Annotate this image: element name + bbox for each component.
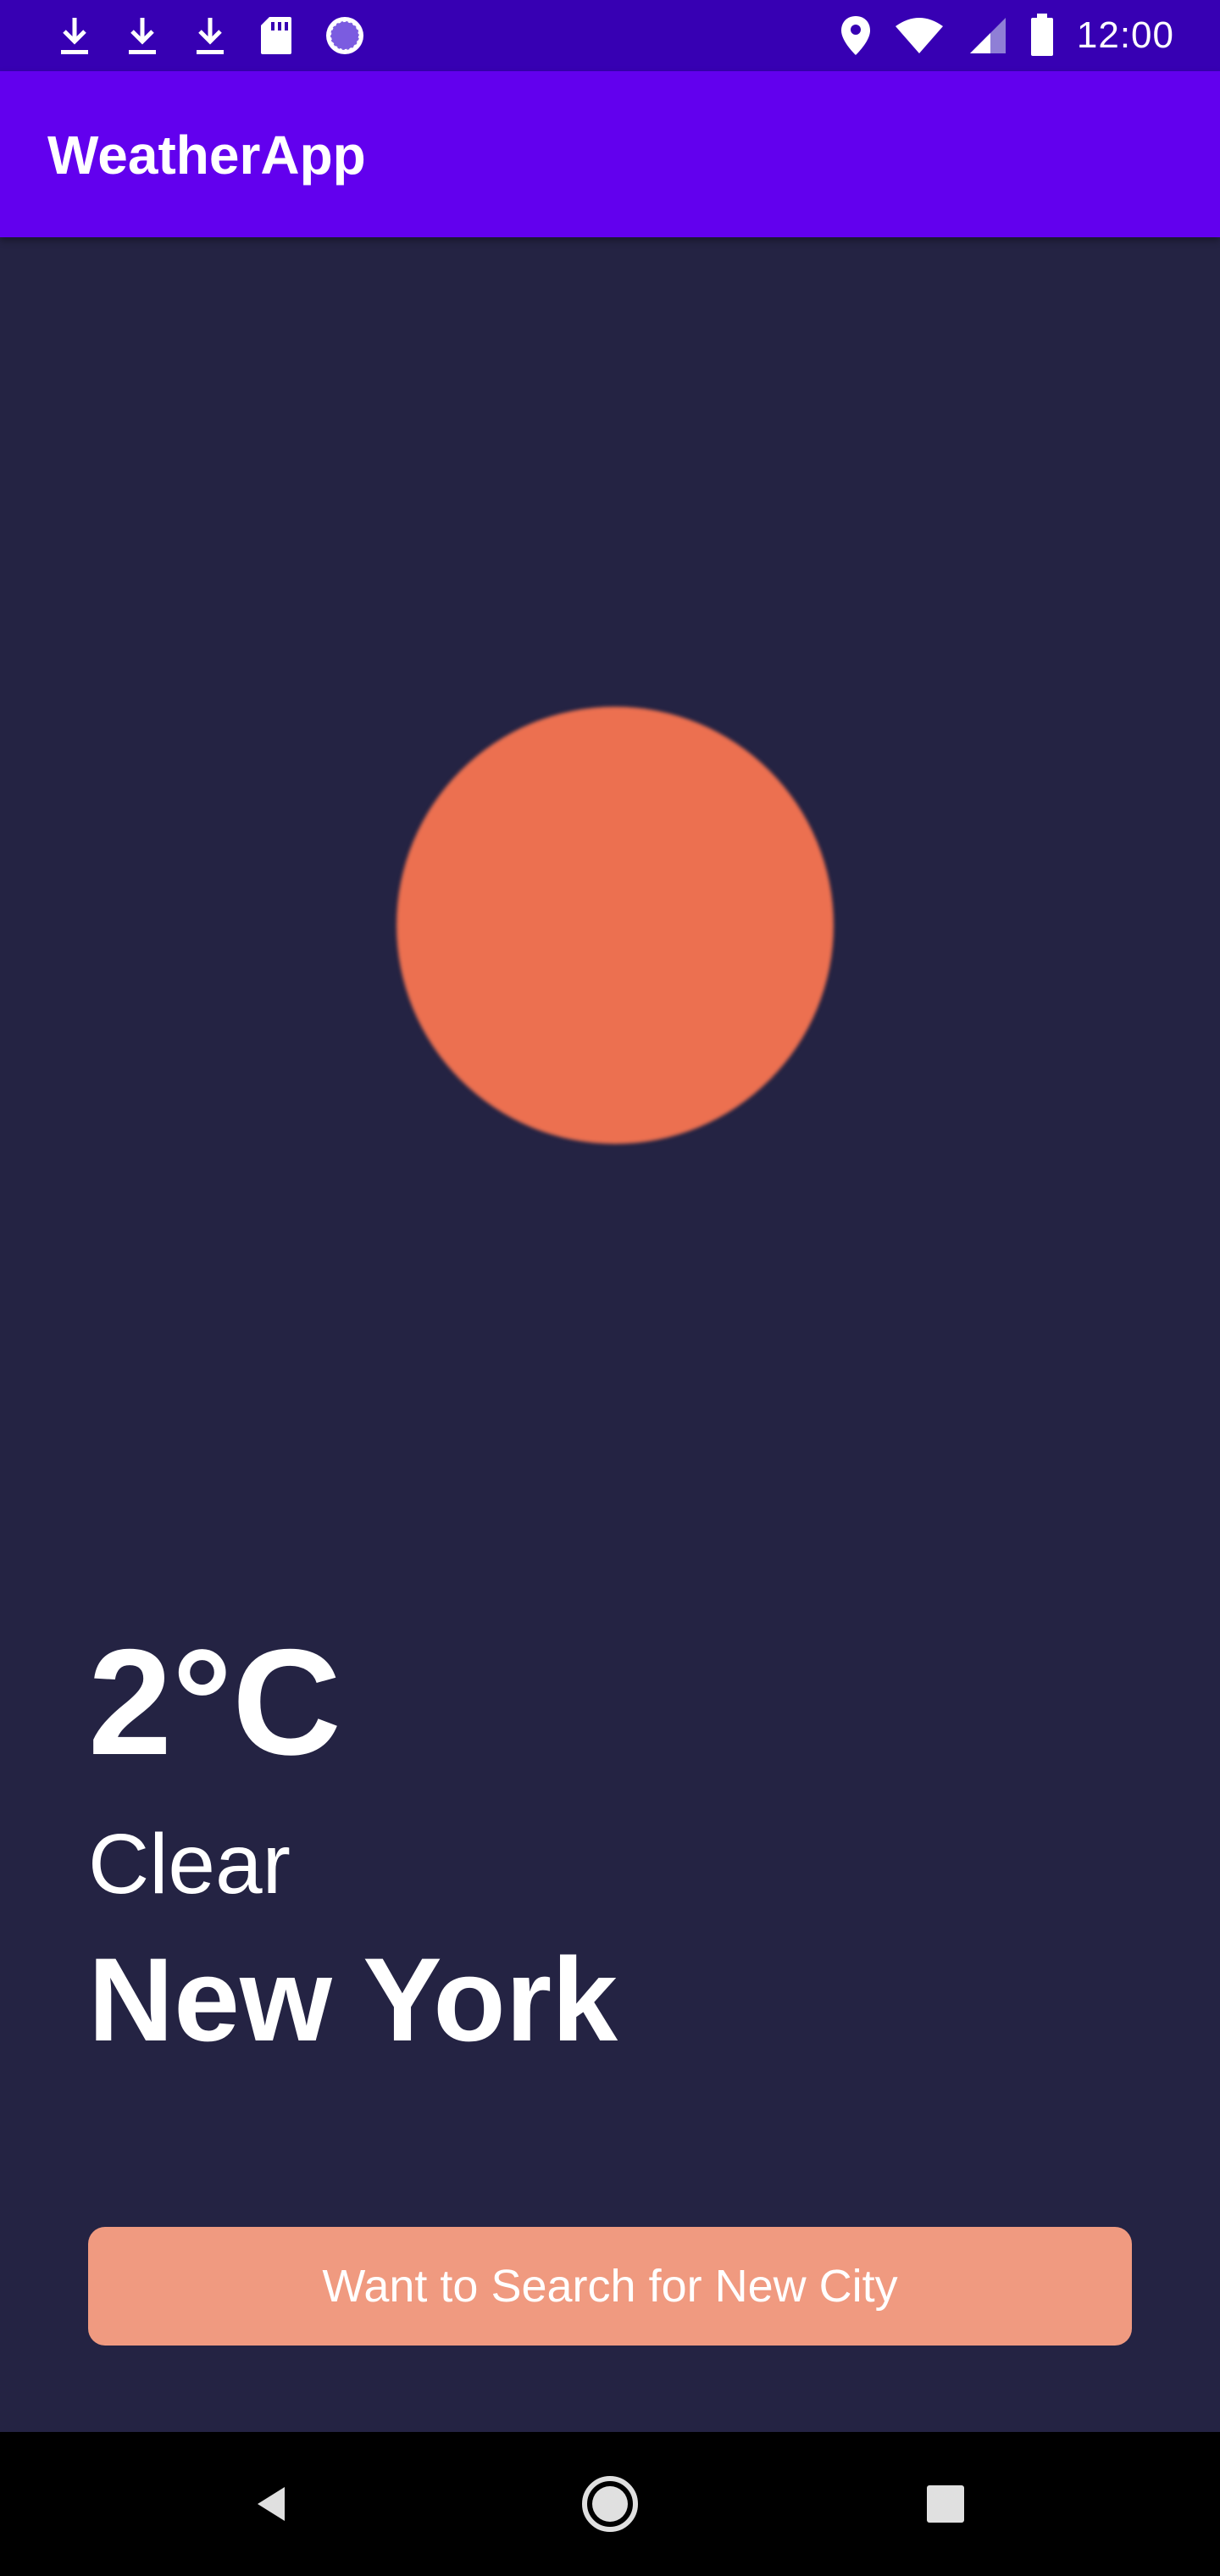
sun-icon: [396, 707, 834, 1144]
wifi-icon: [894, 16, 945, 55]
home-icon[interactable]: [568, 2462, 652, 2546]
download-icon: [191, 14, 229, 57]
temperature-value: 2°C: [88, 1618, 341, 1786]
back-icon[interactable]: [229, 2462, 313, 2546]
location-icon: [840, 14, 872, 57]
notification-icons: [56, 12, 366, 59]
navigation-bar: [0, 2432, 1220, 2576]
battery-icon: [1029, 14, 1055, 58]
status-bar: 12:00: [0, 0, 1220, 71]
signal-icon: [967, 16, 1007, 55]
search-new-city-button[interactable]: Want to Search for New City: [88, 2227, 1132, 2346]
city-name: New York: [88, 1933, 618, 2066]
sd-card-icon: [259, 15, 293, 56]
download-icon: [56, 14, 93, 57]
weather-condition: Clear: [88, 1817, 291, 1912]
weather-screen: 2°C Clear New York Want to Search for Ne…: [0, 237, 1220, 2432]
recents-icon[interactable]: [903, 2462, 988, 2546]
sync-circle-icon: [324, 14, 366, 57]
app-title: WeatherApp: [47, 125, 366, 186]
download-icon: [124, 14, 161, 57]
clock-time: 12:00: [1076, 14, 1174, 56]
app-bar: WeatherApp: [0, 71, 1220, 237]
system-icons: 12:00: [840, 12, 1174, 59]
